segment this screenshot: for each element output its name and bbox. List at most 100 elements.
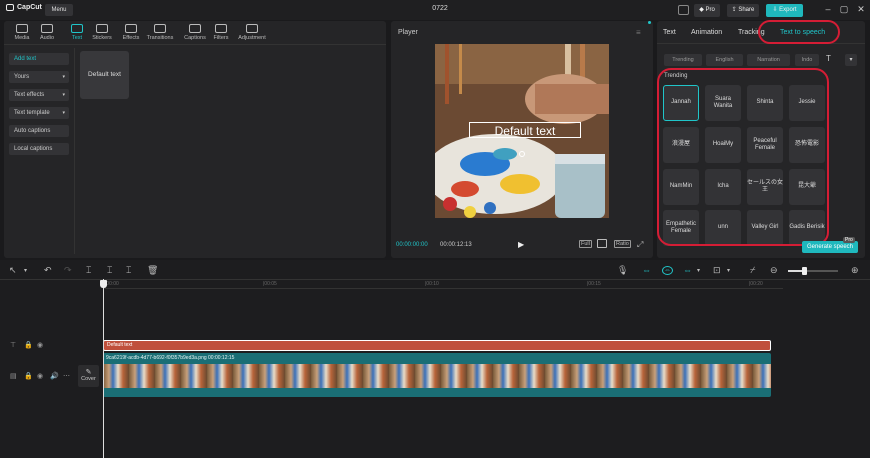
sidebar-item-label: Text effects [14, 92, 45, 98]
add-text-button[interactable]: Add text [9, 53, 69, 65]
more-filters-chevron-icon[interactable]: ▾ [845, 54, 857, 66]
time-ruler[interactable]: |00:00 |00:05 |00:10 |00:15 |00:20 [103, 281, 783, 289]
split-right-icon[interactable]: ⌶ [126, 265, 131, 276]
tab-highlight-annotation [758, 20, 840, 44]
tab-label: Transitions [146, 35, 174, 41]
tab-animation[interactable]: Animation [691, 29, 722, 36]
transitions-icon [154, 24, 166, 33]
linkage-chevron-icon[interactable]: ▾ [697, 267, 700, 274]
timeline-toolbar-divider [0, 279, 870, 280]
tab-label: Text [71, 35, 83, 41]
tab-filters[interactable]: Filters [207, 24, 235, 41]
maximize-icon[interactable]: ▢ [838, 4, 850, 15]
tab-media[interactable]: Media [8, 24, 36, 41]
playhead-line[interactable] [103, 279, 104, 458]
zoom-in-icon[interactable]: ⊕ [851, 265, 859, 276]
zoom-slider-handle[interactable] [802, 267, 807, 275]
filter-trending[interactable]: Trending [664, 54, 702, 66]
filter-indo[interactable]: Indo [795, 54, 819, 66]
current-time: 00:00:00:00 [396, 242, 428, 248]
audio-icon [41, 24, 53, 33]
text-clip[interactable]: Default text [103, 340, 771, 351]
minimize-icon[interactable]: – [822, 4, 834, 14]
sidebar-item-local-captions[interactable]: Local captions [9, 143, 69, 155]
snap-icon[interactable]: ⌿ [750, 265, 755, 276]
microphone-icon[interactable]: 🎙 [617, 265, 628, 276]
total-time: 00:00:12:13 [440, 242, 472, 248]
sidebar-item-text-effects[interactable]: Text effects ▾ [9, 89, 69, 101]
filter-english[interactable]: English [706, 54, 743, 66]
undo-icon[interactable]: ↶ [44, 265, 52, 276]
layout-icon[interactable] [678, 5, 689, 15]
app-logo: CapCut [6, 4, 42, 11]
adjustment-icon [246, 24, 258, 33]
voice-filter-icon[interactable]: T [826, 54, 831, 63]
select-dropdown-chevron-icon[interactable]: ▾ [24, 267, 27, 274]
toolbar-divider [4, 44, 386, 45]
delete-icon[interactable]: 🗑 [147, 265, 158, 276]
split-icon[interactable]: ⌶ [86, 265, 91, 276]
eye-icon[interactable]: ◉ [37, 341, 43, 349]
split-left-icon[interactable]: ⌶ [107, 265, 112, 276]
select-tool-icon[interactable]: ↖ [9, 265, 17, 276]
video-preview[interactable]: Default text [435, 44, 609, 218]
ratio-button[interactable]: Ratio [614, 240, 631, 248]
preview-chevron-icon[interactable]: ▾ [727, 267, 730, 274]
linkage-icon[interactable]: ⇔ [683, 265, 692, 275]
more-icon[interactable]: ⋯ [63, 372, 70, 380]
menu-button[interactable]: Menu [45, 4, 73, 16]
fullscreen-icon[interactable] [597, 239, 607, 248]
sidebar-item-yours[interactable]: Yours ▾ [9, 71, 69, 83]
share-button[interactable]: ⇪ Share [727, 4, 759, 17]
tab-transitions[interactable]: Transitions [143, 24, 177, 41]
video-clip[interactable]: 9ca6219f-acdb-4d77-b692-f0f357b9ed3a.png… [103, 353, 771, 397]
effects-icon [125, 24, 137, 33]
preview-axis-icon[interactable]: ⊡ [713, 265, 721, 276]
app-name: CapCut [17, 4, 42, 11]
filter-narration[interactable]: Narration [747, 54, 790, 66]
tab-label: Filters [213, 35, 229, 41]
playhead-handle[interactable] [100, 280, 107, 288]
full-button[interactable]: Full [579, 240, 592, 248]
rotate-handle-icon[interactable] [519, 151, 525, 157]
pro-button[interactable]: ◆ Pro [694, 4, 720, 17]
title-bar: CapCut Menu 0722 ◆ Pro ⇪ Share ⇩ Export … [0, 0, 870, 20]
tab-label: Audio [39, 35, 55, 41]
cover-button[interactable]: ✎ Cover [78, 365, 99, 387]
tab-label: Stickers [92, 35, 112, 41]
player-menu-icon[interactable]: ≡ [636, 28, 641, 37]
expand-icon[interactable]: ⤢ [637, 240, 643, 250]
chevron-down-icon: ▾ [62, 74, 65, 80]
export-label: Export [779, 7, 797, 13]
export-button[interactable]: ⇩ Export [766, 4, 803, 17]
tab-label: Effects [122, 35, 140, 41]
track-type-icon: ▤ [10, 373, 17, 380]
lock-icon[interactable]: 🔒 [24, 372, 33, 380]
voices-highlight-annotation [657, 68, 829, 246]
tab-label: Adjustment [238, 35, 266, 41]
capcut-logo-icon [6, 4, 14, 11]
lock-icon[interactable]: 🔒 [24, 341, 33, 349]
link-main-track-icon[interactable]: ⇔ [642, 265, 651, 275]
tab-adjustment[interactable]: Adjustment [234, 24, 270, 41]
tab-effects[interactable]: Effects [117, 24, 145, 41]
close-icon[interactable]: ✕ [855, 4, 867, 15]
sidebar-item-auto-captions[interactable]: Auto captions [9, 125, 69, 137]
eye-icon[interactable]: ◉ [37, 372, 43, 380]
captions-icon [189, 24, 201, 33]
sidebar-item-label: Yours [14, 74, 30, 80]
tab-text[interactable]: Text [63, 24, 91, 41]
tab-text[interactable]: Text [663, 29, 676, 36]
redo-icon[interactable]: ↷ [64, 265, 72, 276]
tab-audio[interactable]: Audio [33, 24, 61, 41]
default-text-card[interactable]: Default text [80, 51, 129, 99]
filters-icon [215, 24, 227, 33]
text-selection-box[interactable] [469, 122, 581, 138]
magnet-icon[interactable]: ⇔ [662, 266, 673, 275]
tab-stickers[interactable]: Stickers [88, 24, 116, 41]
zoom-out-icon[interactable]: ⊖ [770, 265, 778, 276]
sidebar-item-text-template[interactable]: Text template ▾ [9, 107, 69, 119]
play-icon[interactable]: ▶ [518, 240, 524, 249]
audio-icon[interactable]: 🔊 [50, 372, 59, 380]
tabs-divider [657, 43, 865, 44]
